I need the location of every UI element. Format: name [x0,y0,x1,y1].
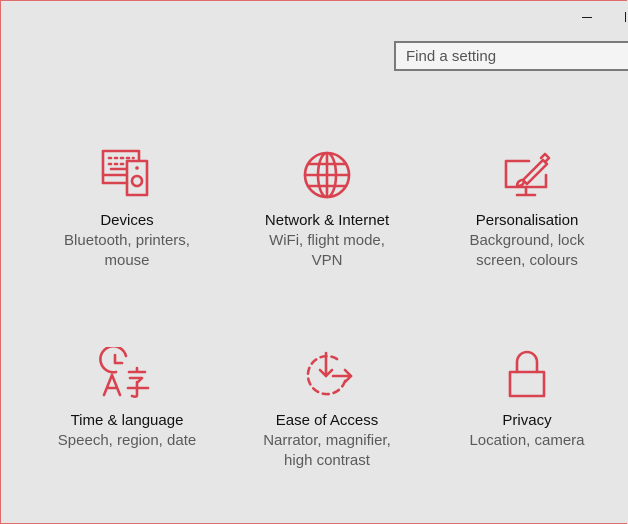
category-personalisation[interactable]: Personalisation Background, lock screen,… [427,147,627,271]
category-time-language[interactable]: Time & language Speech, region, date [27,347,227,451]
category-title: Personalisation [475,212,579,229]
search-box[interactable] [394,41,628,71]
personalisation-icon [504,152,551,197]
search-input[interactable] [396,43,628,69]
title-bar [1,1,627,33]
category-title: Privacy [502,412,552,429]
category-description: Background, lock screen, colours [469,232,585,269]
category-description: Bluetooth, printers, mouse [64,232,190,269]
globe-icon [303,151,351,199]
lock-icon [508,350,546,398]
settings-window: Devices Bluetooth, printers, mouse Netwo… [0,0,628,524]
category-ease-of-access[interactable]: Ease of Access Narrator, magnifier, high… [227,347,427,471]
devices-icon [101,149,149,197]
category-title: Devices [100,212,154,229]
category-description: Narrator, magnifier, high contrast [263,432,391,469]
category-title: Time & language [70,412,184,429]
category-network-internet[interactable]: Network & Internet WiFi, flight mode, VP… [227,147,427,271]
time-language-icon [99,347,150,398]
category-devices[interactable]: Devices Bluetooth, printers, mouse [27,147,227,271]
category-description: Speech, region, date [57,432,197,449]
category-privacy[interactable]: Privacy Location, camera [427,347,627,451]
category-description: Location, camera [469,432,585,449]
category-description: WiFi, flight mode, VPN [269,232,385,269]
ease-of-access-icon [306,351,353,396]
minimize-button[interactable] [573,5,601,29]
category-title: Network & Internet [264,212,390,229]
category-title: Ease of Access [275,412,379,429]
